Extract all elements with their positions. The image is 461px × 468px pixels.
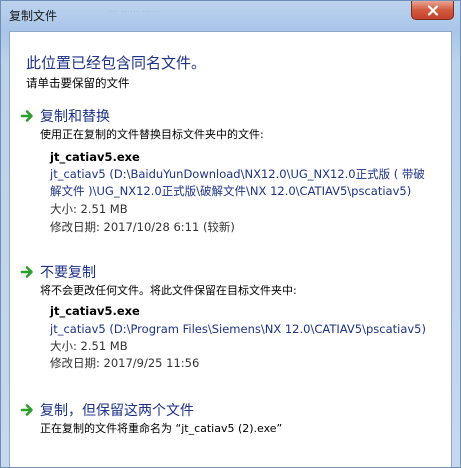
close-icon [427,4,438,16]
green-arrow-icon [20,266,33,278]
option-description: 正在复制的文件将重命名为 “jt_catiav5 (2).exe” [40,422,283,435]
file-path-line: 解文件 )\UG_NX12.0正式版\破解文件\NX 12.0\CATIAV5\… [50,184,412,198]
main-heading: 此位置已经包含同名文件。 [26,54,207,72]
green-arrow-icon [20,404,33,416]
background-ghost-text: … …… …… [109,5,160,15]
copy-file-dialog: 复制文件 … …… …… 此位置已经包含同名文件。 请单击要保留的文件 复制和替… [0,0,461,468]
option-title: 复制，但保留这两个文件 [40,403,194,419]
dialog-content: 此位置已经包含同名文件。 请单击要保留的文件 复制和替换 使用正在复制的文件替换… [9,31,452,467]
file-size: 大小: 2.51 MB [50,202,128,216]
file-path-line: jt_catiav5 (D:\BaiduYunDownload\NX12.0\U… [50,167,425,181]
close-button[interactable] [411,1,454,20]
option-description: 将不会更改任何文件。将此文件保留在目标文件夹中: [40,284,297,297]
file-modified-date: 修改日期: 2017/9/25 11:56 [50,356,200,370]
option-copy-keep-both[interactable]: 复制，但保留这两个文件 正在复制的文件将重命名为 “jt_catiav5 (2)… [20,400,445,444]
option-copy-and-replace[interactable]: 复制和替换 使用正在复制的文件替换目标文件夹中的文件: jt_catiav5.e… [20,106,445,246]
option-description: 使用正在复制的文件替换目标文件夹中的文件: [40,128,264,141]
sub-heading: 请单击要保留的文件 [26,76,130,90]
file-name: jt_catiav5.exe [50,304,140,318]
green-arrow-icon [20,110,33,122]
file-size: 大小: 2.51 MB [50,339,128,353]
file-modified-date: 修改日期: 2017/10/28 6:11 (较新) [50,220,235,234]
option-title: 不要复制 [40,265,96,281]
file-name: jt_catiav5.exe [50,150,140,164]
option-do-not-copy[interactable]: 不要复制 将不会更改任何文件。将此文件保留在目标文件夹中: jt_catiav5… [20,262,445,372]
option-title: 复制和替换 [40,109,110,125]
file-path-line: jt_catiav5 (D:\Program Files\Siemens\NX … [50,322,426,336]
window-title: 复制文件 [9,9,58,23]
title-bar[interactable]: 复制文件 … …… …… [1,1,460,31]
